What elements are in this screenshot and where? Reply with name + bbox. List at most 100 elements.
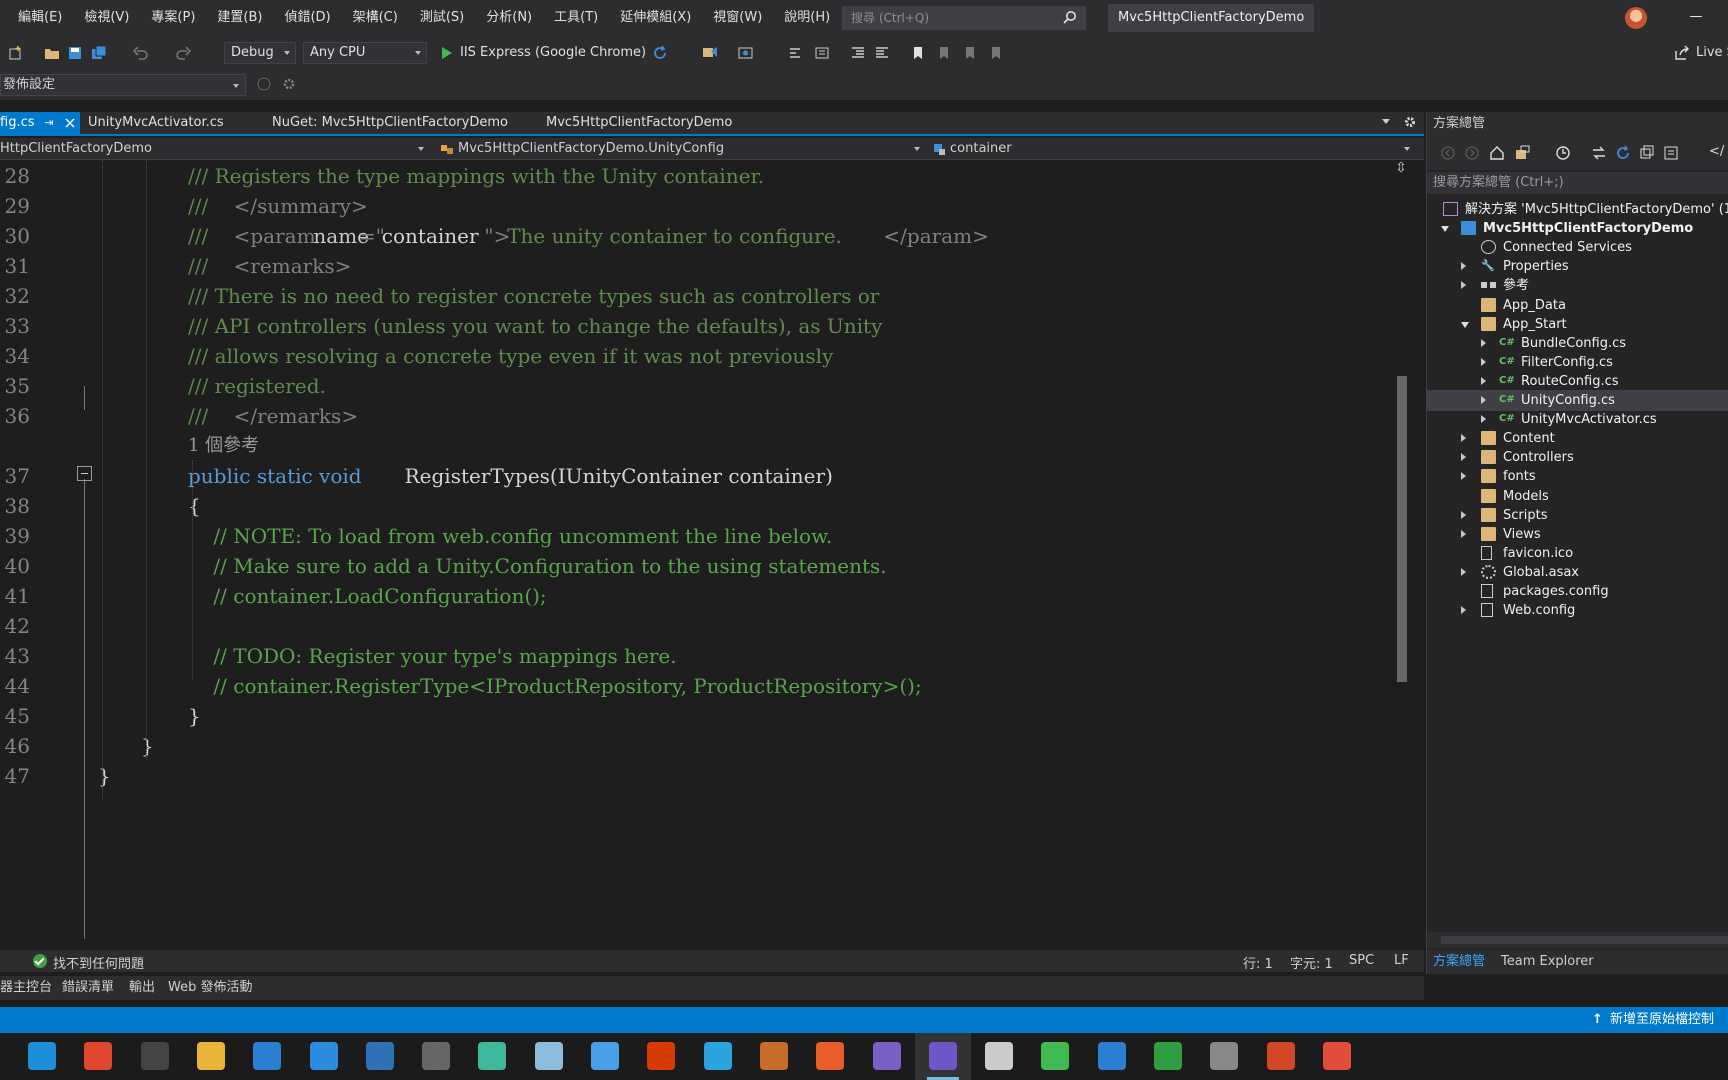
expanded-arrow-icon[interactable] bbox=[1461, 321, 1469, 328]
prev-bookmark-icon[interactable] bbox=[936, 45, 952, 61]
document-tab[interactable]: fig.cs ⇥ bbox=[0, 112, 80, 134]
collapsed-arrow-icon[interactable] bbox=[1461, 472, 1466, 481]
tree-item[interactable]: Views bbox=[1427, 524, 1728, 545]
code-line[interactable]: 1 個參考 bbox=[0, 431, 1400, 461]
type-dropdown[interactable]: Mvc5HttpClientFactoryDemo.UnityConfig bbox=[438, 138, 924, 160]
collapsed-arrow-icon[interactable] bbox=[1481, 415, 1486, 424]
powershell2-icon[interactable] bbox=[1210, 1042, 1239, 1070]
remote-desktop-icon[interactable] bbox=[591, 1042, 619, 1070]
tab-overflow-icon[interactable] bbox=[1382, 119, 1390, 124]
step-into-icon[interactable] bbox=[788, 45, 804, 61]
tree-item[interactable]: Global.asax bbox=[1427, 562, 1728, 583]
code-line[interactable]: 46} bbox=[0, 731, 1400, 761]
tree-item[interactable]: C# UnityMvcActivator.cs bbox=[1427, 409, 1728, 430]
document-tab[interactable]: Mvc5HttpClientFactoryDemo bbox=[536, 112, 742, 134]
file-explorer-icon[interactable] bbox=[196, 1042, 225, 1070]
browser-link-icon[interactable] bbox=[702, 45, 718, 61]
step-over-icon[interactable] bbox=[814, 45, 830, 61]
tree-item[interactable]: C# RouteConfig.cs bbox=[1427, 371, 1728, 392]
menu-item[interactable]: 視窗(W) bbox=[702, 0, 773, 36]
code-line[interactable]: 36 /// </remarks> bbox=[0, 401, 1400, 431]
tree-item[interactable]: Connected Services bbox=[1427, 237, 1728, 258]
menu-item[interactable]: 偵錯(D) bbox=[273, 0, 341, 36]
open-folder-icon[interactable] bbox=[44, 45, 60, 61]
code-line[interactable]: 35 /// registered. bbox=[0, 371, 1400, 401]
collapsed-arrow-icon[interactable] bbox=[1461, 453, 1466, 462]
vscode-icon[interactable] bbox=[309, 1042, 338, 1070]
sync-icon[interactable] bbox=[1591, 145, 1607, 161]
publish-select[interactable]: 發佈設定 bbox=[0, 74, 246, 96]
pin-icon[interactable]: ⇥ bbox=[45, 112, 54, 134]
publish-settings-icon[interactable] bbox=[281, 76, 297, 92]
collapsed-arrow-icon[interactable] bbox=[1461, 606, 1466, 615]
app3-icon[interactable] bbox=[816, 1042, 845, 1070]
panel-tab[interactable]: Web 發佈活動 bbox=[168, 976, 252, 1000]
tree-item[interactable]: C# BundleConfig.cs bbox=[1427, 333, 1728, 354]
code-line[interactable]: 42 bbox=[0, 611, 1400, 641]
edge-icon[interactable] bbox=[28, 1042, 56, 1070]
tree-item[interactable]: Models bbox=[1427, 486, 1728, 507]
collapsed-arrow-icon[interactable] bbox=[1461, 510, 1466, 519]
issues-label[interactable]: 找不到任何問題 bbox=[53, 953, 144, 972]
code-line[interactable]: 30/// <param name =" container "> The unity … bbox=[0, 221, 1400, 251]
tree-item[interactable]: Mvc5HttpClientFactoryDemo bbox=[1427, 218, 1728, 239]
menu-item[interactable]: 建置(B) bbox=[206, 0, 273, 36]
code-line[interactable]: 38 { bbox=[0, 491, 1400, 521]
panel-tab[interactable]: 輸出 bbox=[129, 976, 155, 1000]
code-line[interactable]: 34 /// allows resolving a concrete type e… bbox=[0, 341, 1400, 371]
refresh-icon[interactable] bbox=[652, 45, 668, 61]
collapsed-arrow-icon[interactable] bbox=[1481, 357, 1486, 366]
tree-item[interactable]: Controllers bbox=[1427, 447, 1728, 468]
telegram-icon[interactable] bbox=[703, 1042, 732, 1070]
code-line[interactable]: 39 // NOTE: To load from web.config unco… bbox=[0, 521, 1400, 551]
tree-item[interactable]: C# FilterConfig.cs bbox=[1427, 352, 1728, 373]
collapsed-arrow-icon[interactable] bbox=[1481, 338, 1486, 347]
back-icon[interactable] bbox=[1441, 146, 1455, 160]
tab-solution-explorer[interactable]: 方案總管 bbox=[1433, 950, 1485, 974]
code-line[interactable]: 41 // container.LoadConfiguration(); bbox=[0, 581, 1400, 611]
visual-studio-preview-icon[interactable] bbox=[928, 1042, 957, 1070]
next-bookmark-icon[interactable] bbox=[962, 45, 978, 61]
code-line[interactable]: 32 /// There is no need to register concr… bbox=[0, 281, 1400, 311]
solution-scrollbar[interactable] bbox=[1427, 932, 1728, 948]
menu-item[interactable]: 編輯(E) bbox=[0, 0, 73, 36]
app2-icon[interactable] bbox=[759, 1042, 788, 1070]
tree-item[interactable]: packages.config bbox=[1427, 581, 1728, 602]
member-dropdown[interactable]: container bbox=[930, 138, 1414, 160]
code-line[interactable]: 45} bbox=[0, 701, 1400, 731]
tree-item[interactable]: Web.config bbox=[1427, 600, 1728, 621]
indent-icon[interactable] bbox=[850, 45, 866, 61]
code-line[interactable]: 29 /// </summary> bbox=[0, 191, 1400, 221]
menu-item[interactable]: 專案(P) bbox=[140, 0, 206, 36]
solution-search-input[interactable]: 搜尋方案總管 (Ctrl+;) bbox=[1427, 172, 1728, 194]
app-icon[interactable] bbox=[478, 1042, 507, 1070]
code-line[interactable]: 33 /// API controllers (unless you want t… bbox=[0, 311, 1400, 341]
powerpoint-icon[interactable] bbox=[1266, 1042, 1295, 1070]
codelens-references[interactable]: 1 個參考 bbox=[188, 431, 259, 461]
collapsed-arrow-icon[interactable] bbox=[1481, 396, 1486, 404]
switch-views-icon[interactable] bbox=[1515, 145, 1531, 161]
code-line[interactable]: 37 public static void RegisterTypes(IUnit… bbox=[0, 461, 1400, 491]
menu-item[interactable]: 分析(N) bbox=[475, 0, 543, 36]
tab-team-explorer[interactable]: Team Explorer bbox=[1501, 950, 1594, 974]
panel-tab[interactable]: 錯誤清單 bbox=[62, 976, 114, 1000]
clear-bookmarks-icon[interactable] bbox=[988, 45, 1004, 61]
code-line[interactable]: 44 // container.RegisterType<IProductRep… bbox=[0, 671, 1400, 701]
publish-globe-icon[interactable] bbox=[256, 76, 272, 92]
tree-item[interactable]: Scripts bbox=[1427, 505, 1728, 526]
code-line[interactable]: 43 // TODO: Register your type's mapping… bbox=[0, 641, 1400, 671]
refresh-icon[interactable] bbox=[1615, 145, 1631, 161]
minimize-icon[interactable] bbox=[1686, 6, 1706, 26]
search-input[interactable]: 搜尋 (Ctrl+Q) bbox=[842, 6, 1086, 30]
code-line[interactable]: 47} bbox=[0, 761, 1400, 791]
bookmark-icon[interactable] bbox=[910, 45, 926, 61]
eol-indicator[interactable]: LF bbox=[1394, 953, 1409, 968]
add-source-control-button[interactable]: 新增至原始檔控制 bbox=[1588, 1007, 1714, 1033]
new-project-icon[interactable] bbox=[8, 45, 24, 61]
chrome-icon[interactable] bbox=[84, 1042, 113, 1070]
menu-item[interactable]: 測試(S) bbox=[409, 0, 475, 36]
screenshot-icon[interactable] bbox=[738, 45, 754, 61]
tree-item[interactable]: favicon.ico bbox=[1427, 543, 1728, 564]
tree-item[interactable]: 解決方案 'Mvc5HttpClientFactoryDemo' (1 個 bbox=[1427, 199, 1728, 220]
document-tab[interactable]: UnityMvcActivator.cs bbox=[78, 112, 234, 134]
